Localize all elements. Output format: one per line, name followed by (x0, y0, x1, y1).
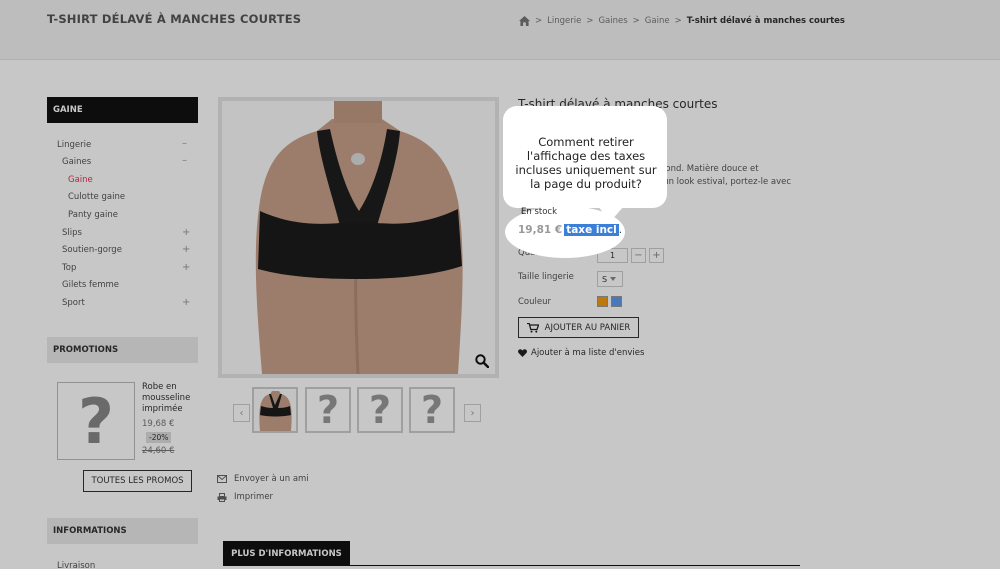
informations-block-title: INFORMATIONS (47, 518, 198, 544)
color-label: Couleur (518, 297, 551, 307)
placeholder-glyph: ? (316, 388, 340, 432)
envelope-icon (217, 475, 227, 483)
promo-product-image[interactable]: ? (57, 382, 135, 460)
collapse-toggle[interactable]: – (182, 138, 187, 149)
placeholder-glyph: ? (78, 384, 114, 458)
color-swatch-orange[interactable] (597, 296, 608, 307)
product-main-image[interactable] (218, 97, 499, 378)
sports-bra-photo (222, 101, 495, 374)
sports-bra-thumb (254, 389, 296, 431)
add-to-cart-label: AJOUTER AU PANIER (544, 322, 631, 333)
sidebar-item-slips[interactable]: Slips (62, 228, 82, 238)
product-description-line: r un look estival, portez-le avec (657, 177, 792, 187)
tax-label-suffix: . (618, 224, 623, 236)
tab-divider (223, 565, 800, 566)
collapse-toggle[interactable]: – (182, 155, 187, 166)
sidebar-item-top[interactable]: Top (62, 263, 76, 273)
promo-price: 19,68 € (142, 419, 175, 429)
all-promos-button[interactable]: TOUTES LES PROMOS (83, 470, 192, 492)
size-select[interactable]: S (597, 271, 623, 287)
page-title: T-SHIRT DÉLAVÉ À MANCHES COURTES (47, 12, 302, 26)
print-label: Imprimer (234, 492, 274, 502)
sidebar-item-gaines[interactable]: Gaines (62, 157, 91, 167)
wishlist-label: Ajouter à ma liste d'envies (531, 348, 645, 358)
product-description-line: l rond. Matière douce et (657, 164, 759, 174)
callout-question: Comment retirer l'affichage des taxes in… (515, 135, 657, 191)
price-row: 19,81 € taxe incl . (518, 224, 622, 236)
thumbnails-next-button[interactable]: › (464, 404, 481, 422)
sidebar-item-sport[interactable]: Sport (62, 298, 85, 308)
sidebar-item-panty-gaine[interactable]: Panty gaine (68, 210, 118, 220)
size-select-value: S (602, 274, 608, 284)
send-to-friend-label: Envoyer à un ami (234, 474, 309, 484)
add-to-cart-button[interactable]: AJOUTER AU PANIER (518, 317, 639, 338)
breadcrumb: > Lingerie > Gaines > Gaine > T-shirt dé… (519, 16, 845, 26)
expand-toggle[interactable]: + (182, 297, 190, 308)
sidebar-item-culotte-gaine[interactable]: Culotte gaine (68, 192, 125, 202)
sidebar-item-gilets-femme[interactable]: Gilets femme (62, 280, 119, 290)
home-icon[interactable] (519, 16, 530, 26)
expand-toggle[interactable]: + (182, 262, 190, 273)
categories-block-title: GAINE (47, 97, 198, 123)
promotions-block-title: PROMOTIONS (47, 337, 198, 363)
wishlist-link[interactable]: Ajouter à ma liste d'envies (518, 348, 644, 358)
header-band (0, 0, 1000, 60)
expand-toggle[interactable]: + (182, 227, 190, 238)
chevron-down-icon (610, 277, 617, 281)
expand-toggle[interactable]: + (182, 244, 190, 255)
heart-icon (518, 349, 527, 357)
thumbnails-prev-button[interactable]: ‹ (233, 404, 250, 422)
size-label: Taille lingerie (518, 272, 574, 282)
product-thumbnail[interactable]: ? (357, 387, 403, 433)
quantity-input[interactable]: 1 (597, 248, 628, 263)
quantity-decrease-button[interactable]: − (631, 248, 646, 263)
tax-label-selected[interactable]: taxe incl (564, 224, 619, 236)
promo-old-price: 24,60 € (142, 446, 175, 456)
tab-more-info[interactable]: PLUS D'INFORMATIONS (223, 541, 350, 566)
breadcrumb-link-gaines[interactable]: Gaines (598, 16, 627, 26)
sidebar-item-lingerie[interactable]: Lingerie (57, 140, 91, 150)
product-thumbnail[interactable] (252, 387, 298, 433)
breadcrumb-separator: > (535, 16, 543, 26)
print-link[interactable]: Imprimer (217, 492, 273, 502)
breadcrumb-separator: > (586, 16, 594, 26)
placeholder-glyph: ? (368, 388, 392, 432)
product-price: 19,81 € (518, 224, 563, 236)
quantity-increase-button[interactable]: + (649, 248, 664, 263)
info-link-livraison[interactable]: Livraison (57, 561, 95, 569)
color-swatch-blue[interactable] (611, 296, 622, 307)
printer-icon (217, 492, 227, 502)
breadcrumb-separator: > (674, 16, 682, 26)
product-title: T-shirt délavé à manches courtes (518, 97, 718, 111)
sidebar-item-soutien-gorge[interactable]: Soutien-gorge (62, 245, 122, 255)
cart-icon (526, 322, 539, 333)
product-thumbnail[interactable]: ? (409, 387, 455, 433)
promo-product-name[interactable]: Robe en mousseline imprimée (142, 382, 192, 415)
placeholder-glyph: ? (420, 388, 444, 432)
sidebar-item-gaine-active[interactable]: Gaine (68, 175, 93, 185)
breadcrumb-separator: > (632, 16, 640, 26)
promo-discount-badge: -20% (146, 432, 172, 443)
stock-status-highlight: En stock (521, 207, 558, 217)
breadcrumb-link-lingerie[interactable]: Lingerie (547, 16, 581, 26)
breadcrumb-current: T-shirt délavé à manches courtes (686, 16, 845, 26)
quantity-label: Quantité (518, 248, 555, 258)
zoom-icon[interactable] (475, 354, 489, 368)
breadcrumb-link-gaine[interactable]: Gaine (645, 16, 670, 26)
send-to-friend-link[interactable]: Envoyer à un ami (217, 474, 309, 484)
product-thumbnail[interactable]: ? (305, 387, 351, 433)
